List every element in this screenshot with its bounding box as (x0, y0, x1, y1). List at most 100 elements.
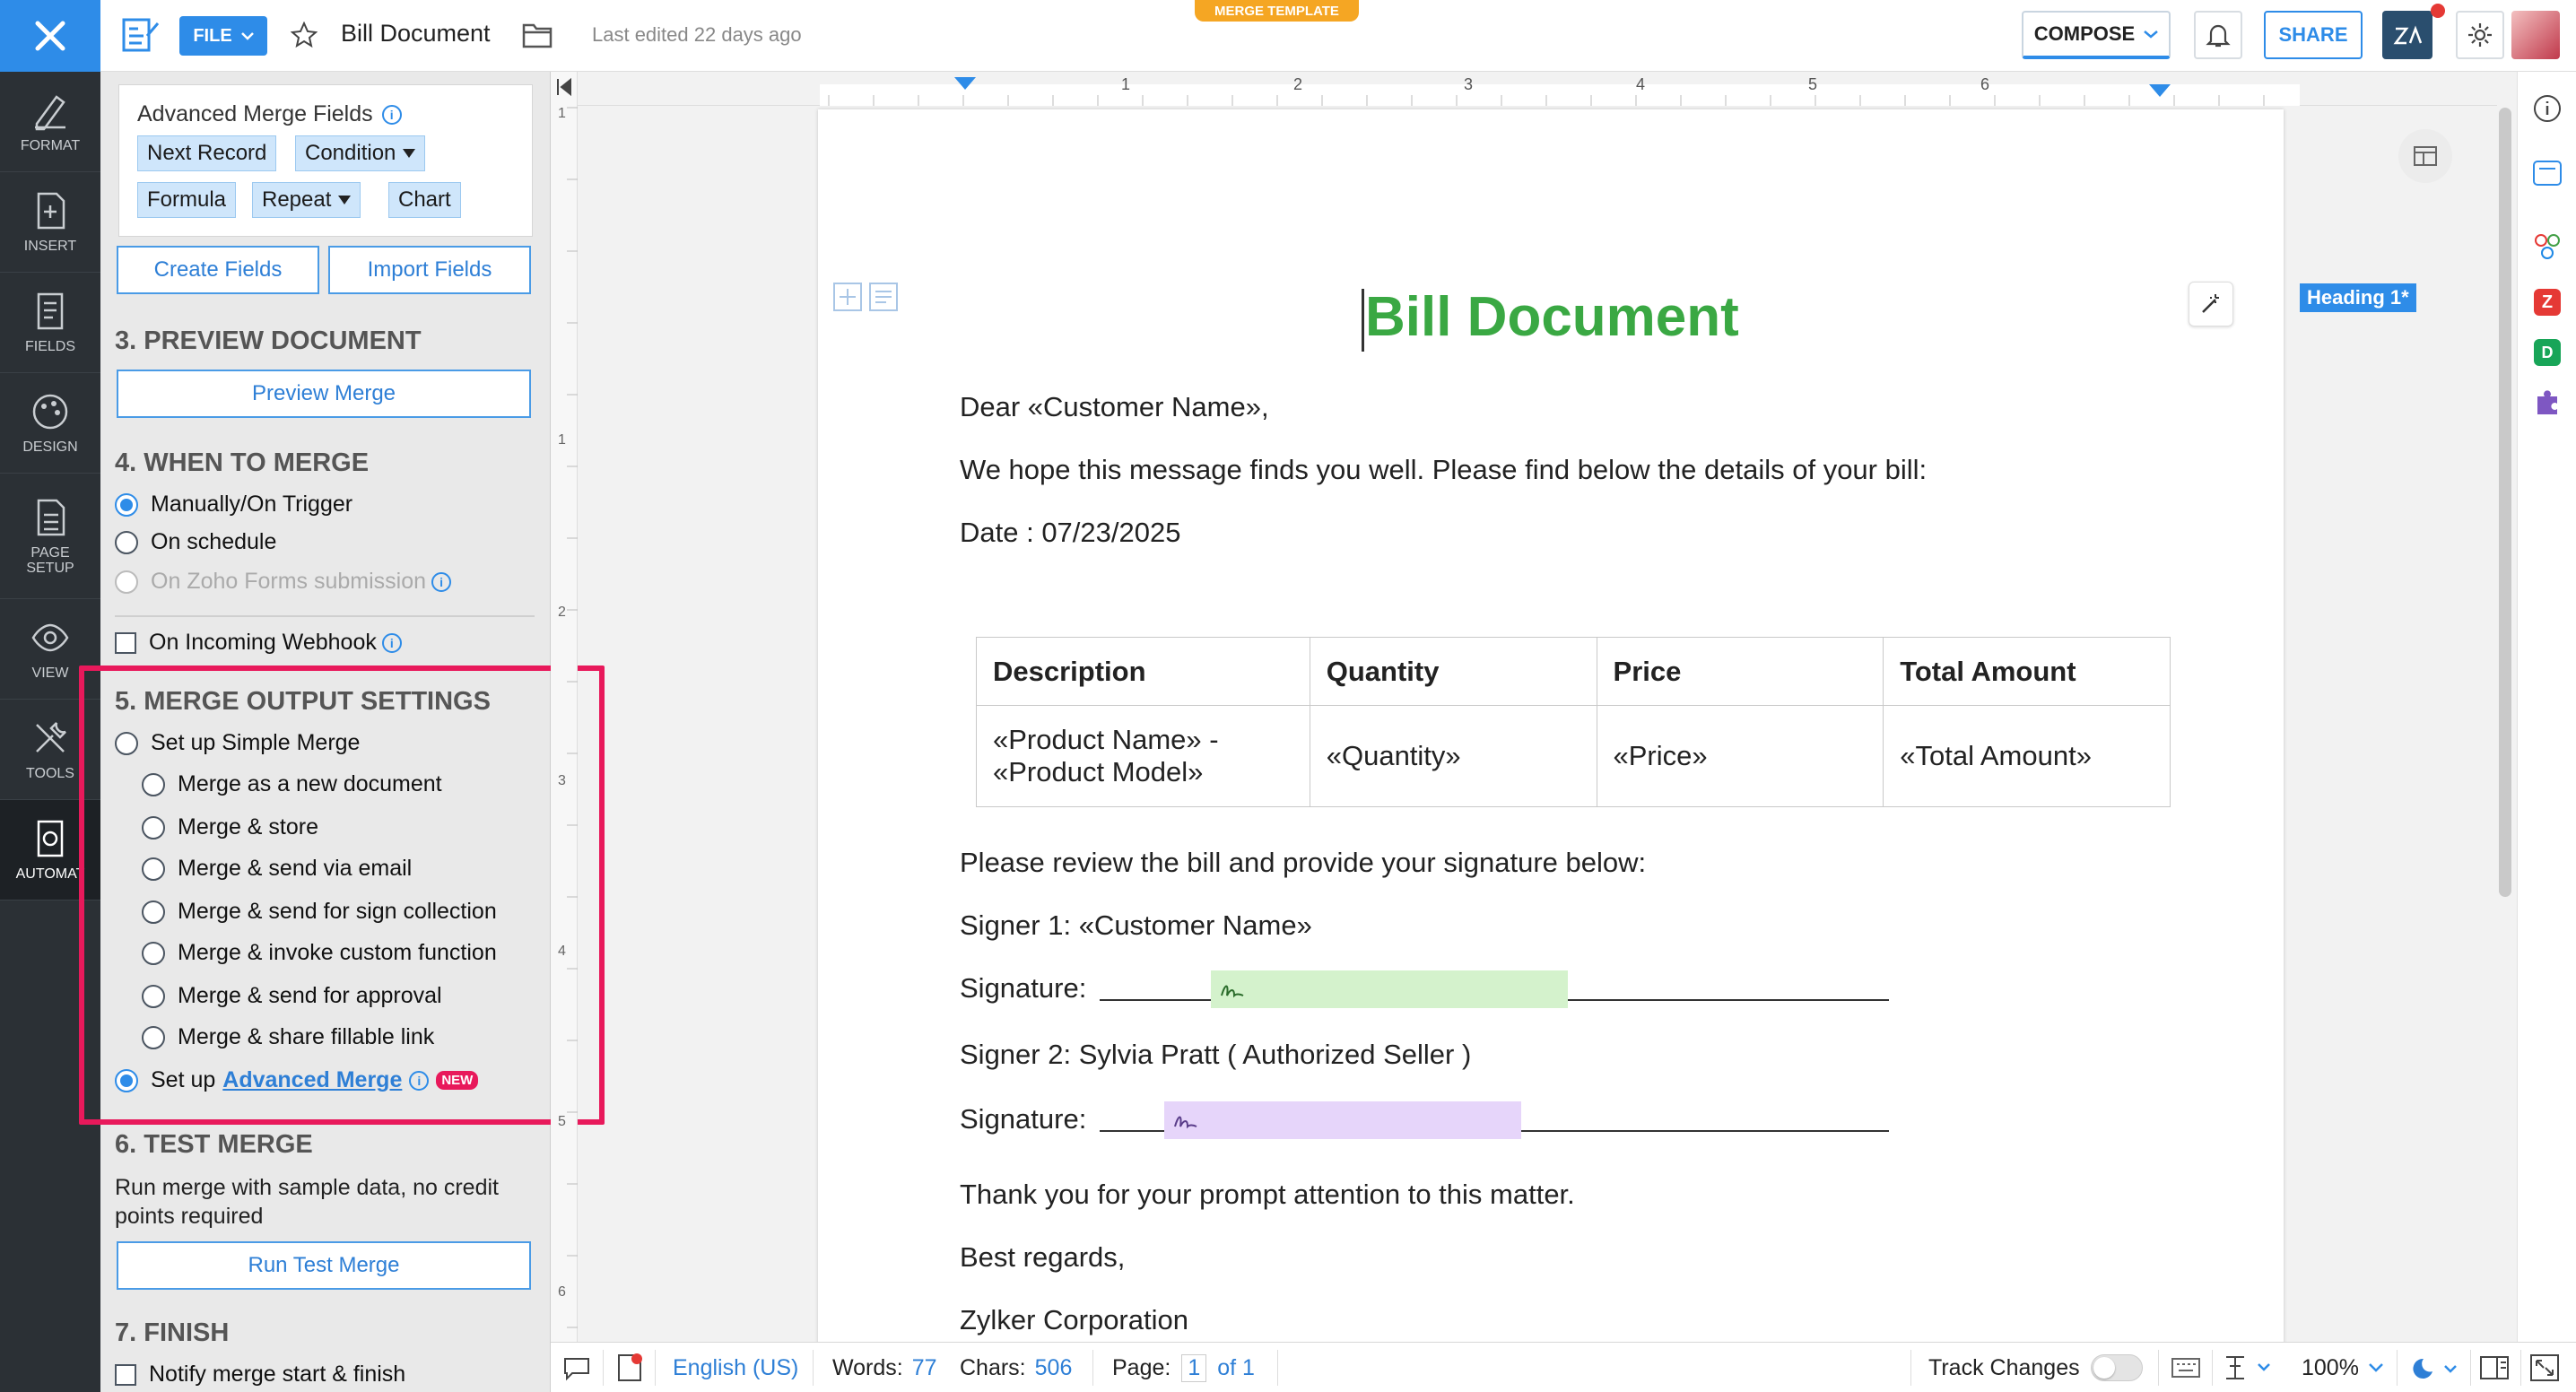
language-selector[interactable]: English (US) (673, 1343, 798, 1392)
test-merge-heading: 6. TEST MERGE (115, 1130, 313, 1159)
comments-panel-icon[interactable] (2532, 160, 2563, 187)
create-fields-button[interactable]: Create Fields (117, 246, 319, 294)
share-button[interactable]: SHARE (2264, 11, 2363, 59)
doc-regards[interactable]: Best regards, (960, 1241, 1125, 1274)
fields-doc-icon (37, 292, 64, 330)
doc-heading[interactable]: Bill Document (1365, 285, 1739, 349)
divider (655, 1350, 656, 1386)
chat-icon[interactable] (561, 1353, 592, 1382)
track-changes[interactable]: Track Changes (1928, 1343, 2143, 1392)
bill-table[interactable]: Description Quantity Price Total Amount … (976, 637, 2171, 807)
add-block-icon[interactable] (832, 282, 863, 312)
radio-button[interactable] (115, 530, 138, 554)
compose-button[interactable]: COMPOSE (2022, 11, 2171, 59)
doc-date[interactable]: Date : 07/23/2025 (960, 517, 1180, 549)
doc-edit-icon[interactable] (120, 16, 161, 54)
doc-signature1-label[interactable]: Signature: (960, 972, 1086, 1005)
block-options-icon[interactable] (868, 282, 899, 312)
panel-collapse-button[interactable] (553, 74, 576, 100)
zoho-app-icon[interactable]: Z (2534, 289, 2561, 316)
when-zoho-forms-label: On Zoho Forms submission (151, 569, 427, 594)
document-title[interactable]: Bill Document (341, 20, 491, 48)
checkbox[interactable] (115, 1363, 136, 1386)
when-manual-option[interactable]: Manually/On Trigger (115, 492, 352, 518)
vruler-label: 2 (558, 605, 566, 620)
page-width-icon[interactable] (2223, 1353, 2273, 1382)
preview-merge-button[interactable]: Preview Merge (117, 370, 531, 418)
info-circle-icon[interactable] (2532, 93, 2563, 124)
star-icon[interactable] (291, 22, 318, 48)
table-header[interactable]: Quantity (1309, 637, 1597, 706)
notify-option[interactable]: Notify merge start & finish (115, 1362, 405, 1388)
top-bar: FILE Bill Document Last edited 22 days a… (100, 0, 2576, 72)
table-header[interactable]: Total Amount (1883, 637, 2171, 706)
next-record-label: Next Record (147, 141, 267, 165)
doc-signer2[interactable]: Signer 2: Sylvia Pratt ( Authorized Sell… (960, 1039, 1471, 1071)
heading-style-tag[interactable]: Heading 1* (2300, 283, 2416, 312)
rail-fields[interactable]: FIELDS (0, 273, 100, 373)
puzzle-extension-icon[interactable] (2532, 387, 2563, 418)
close-button[interactable] (0, 0, 100, 72)
eye-icon (31, 623, 69, 652)
rail-insert[interactable]: INSERT (0, 172, 100, 273)
table-header[interactable]: Description (976, 637, 1310, 706)
avatar[interactable] (2511, 11, 2560, 59)
table-header[interactable]: Price (1596, 637, 1884, 706)
notifications-button[interactable] (2194, 11, 2242, 59)
rail-format[interactable]: FORMAT (0, 72, 100, 172)
import-fields-button[interactable]: Import Fields (328, 246, 531, 294)
split-view-icon[interactable] (2479, 1355, 2510, 1380)
night-mode-icon[interactable] (2407, 1355, 2461, 1382)
page-number-input[interactable]: 1 (1181, 1353, 1207, 1382)
doc-intro[interactable]: We hope this message finds you well. Ple… (960, 454, 1927, 486)
doc-signature2-label[interactable]: Signature: (960, 1103, 1086, 1135)
rail-page-setup[interactable]: PAGE SETUP (0, 474, 100, 599)
tools-icon (36, 722, 66, 753)
keyboard-icon[interactable] (2171, 1357, 2201, 1379)
table-cell[interactable]: «Product Name» - «Product Model» (976, 705, 1310, 807)
chart-label: Chart (398, 187, 451, 212)
rail-design[interactable]: DESIGN (0, 373, 100, 474)
chart-chip[interactable]: Chart (388, 182, 461, 218)
vertical-scrollbar[interactable] (2499, 108, 2511, 897)
finish-heading: 7. FINISH (115, 1318, 230, 1347)
doc-company[interactable]: Zylker Corporation (960, 1304, 1188, 1336)
rail-tools-label: TOOLS (26, 766, 74, 781)
signature-field-1[interactable] (1211, 970, 1568, 1008)
doc-app-icon[interactable]: D (2534, 339, 2561, 366)
info-icon[interactable]: i (431, 571, 452, 592)
doc-signer1[interactable]: Signer 1: «Customer Name» (960, 909, 1312, 942)
fullscreen-icon[interactable] (2529, 1353, 2560, 1382)
repeat-chip[interactable]: Repeat (252, 182, 361, 218)
integrations-icon[interactable] (2532, 231, 2563, 262)
run-test-merge-button[interactable]: Run Test Merge (117, 1241, 531, 1290)
doc-review[interactable]: Please review the bill and provide your … (960, 847, 1646, 879)
zia-button[interactable] (2382, 11, 2432, 59)
rail-insert-label: INSERT (23, 239, 77, 254)
doc-greeting[interactable]: Dear «Customer Name», (960, 391, 1269, 423)
info-icon[interactable]: i (381, 104, 402, 125)
table-cell[interactable]: «Total Amount» (1883, 705, 2171, 807)
layout-toggle-button[interactable] (2398, 129, 2452, 183)
magic-wand-button[interactable] (2189, 282, 2233, 326)
checkbox[interactable] (115, 631, 136, 654)
right-sidebar: Z D (2517, 72, 2576, 1342)
radio-button[interactable] (115, 492, 138, 517)
table-cell[interactable]: «Quantity» (1309, 705, 1597, 807)
signature-field-2[interactable] (1164, 1101, 1521, 1139)
next-record-chip[interactable]: Next Record (137, 135, 277, 171)
file-menu-button[interactable]: FILE (179, 16, 267, 56)
formula-chip[interactable]: Formula (137, 182, 237, 218)
track-changes-toggle[interactable] (2090, 1354, 2143, 1381)
settings-button[interactable] (2456, 11, 2504, 59)
rail-format-label: FORMAT (20, 138, 81, 153)
webhook-option[interactable]: On Incoming Webhook i (115, 630, 402, 656)
doc-error-icon[interactable] (614, 1352, 644, 1384)
condition-chip[interactable]: Condition (295, 135, 426, 171)
zoom-selector[interactable]: 100% (2302, 1343, 2384, 1392)
info-icon[interactable]: i (381, 632, 402, 653)
folder-icon[interactable] (522, 22, 553, 48)
table-cell[interactable]: «Price» (1596, 705, 1884, 807)
doc-thanks[interactable]: Thank you for your prompt attention to t… (960, 1179, 1575, 1211)
when-schedule-option[interactable]: On schedule (115, 529, 276, 555)
